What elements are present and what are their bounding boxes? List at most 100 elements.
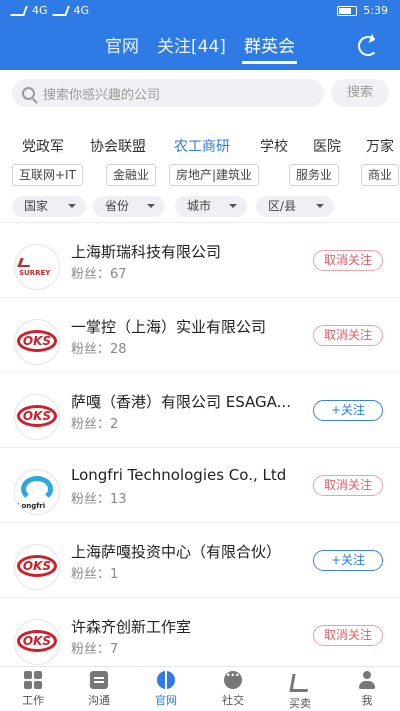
search-placeholder: 搜索你感兴趣的公司: [43, 87, 161, 103]
nav-label: 沟通: [88, 694, 110, 707]
industry-chips: 互联网+IT 金融业 房地产|建筑业 服务业 商业: [0, 164, 400, 188]
grid-icon: [24, 671, 42, 689]
category-party-gov-military[interactable]: 党政军: [22, 136, 64, 156]
company-name[interactable]: 上海萨嘎投资中心（有限合伙）: [71, 541, 281, 562]
list-item[interactable]: SURREY 上海斯瑞科技有限公司 粉丝：67 取消关注: [0, 223, 400, 298]
search-icon: [22, 86, 35, 100]
fans-count: 粉丝：67: [71, 267, 127, 282]
company-name[interactable]: 许森齐创新工作室: [71, 616, 191, 637]
company-logo: Longfri: [14, 469, 60, 515]
bottom-nav: 工作 沟通 官网 社交 买卖 我: [0, 666, 400, 711]
fans-count: 粉丝：2: [71, 417, 119, 432]
category-agri-industry-business[interactable]: 农工商研: [174, 136, 230, 156]
oks-logo-icon: OKS: [17, 330, 57, 352]
clock: 5:39: [363, 4, 388, 17]
region-filters: 国家 省份 城市 区/县: [0, 196, 400, 218]
chevron-down-icon: [68, 204, 76, 212]
follow-button[interactable]: +关注: [313, 550, 383, 571]
company-logo: OKS: [14, 319, 60, 365]
battery-icon: [337, 5, 358, 16]
basketball-icon: [157, 671, 175, 689]
follow-button[interactable]: +关注: [313, 400, 383, 421]
search-input[interactable]: 搜索你感兴趣的公司: [12, 79, 324, 107]
company-list: SURREY 上海斯瑞科技有限公司 粉丝：67 取消关注 OKS 一掌控（上海）…: [0, 222, 400, 666]
signal-icon: [10, 5, 28, 16]
nav-trade[interactable]: 买卖: [270, 671, 330, 711]
nav-label: 买卖: [289, 697, 311, 710]
unfollow-button[interactable]: 取消关注: [313, 325, 383, 346]
chip-real-estate[interactable]: 房地产|建筑业: [169, 164, 260, 186]
oks-logo-icon: OKS: [17, 555, 57, 577]
list-item[interactable]: Longfri Longfri Technologies Co., Ltd 粉丝…: [0, 448, 400, 523]
fans-count: 粉丝：1: [71, 567, 119, 582]
user-icon: [358, 671, 376, 689]
nav-official-site[interactable]: 官网: [136, 671, 196, 708]
nav-communication[interactable]: 沟通: [69, 671, 129, 708]
filter-country[interactable]: 国家: [12, 196, 86, 217]
chip-internet-it[interactable]: 互联网+IT: [12, 164, 83, 186]
tab-following[interactable]: 关注[44]: [155, 34, 228, 64]
tab-official-site[interactable]: 官网: [103, 34, 141, 64]
fans-count: 粉丝：7: [71, 642, 119, 657]
nav-label: 我: [361, 694, 373, 707]
network-label: 4G: [73, 4, 90, 17]
filter-province[interactable]: 省份: [93, 196, 165, 217]
search-bar: 搜索你感兴趣的公司 搜索: [0, 70, 400, 116]
longfri-logo-text: Longfri: [17, 502, 46, 510]
list-item[interactable]: OKS 许森齐创新工作室 粉丝：7 取消关注: [0, 598, 400, 666]
company-name[interactable]: 萨嘎（香港）有限公司 ESAGA...: [71, 391, 291, 412]
surrey-logo-icon: SURREY: [17, 258, 59, 277]
longfri-logo-icon: [21, 476, 53, 502]
chevron-down-icon: [229, 204, 237, 212]
company-name[interactable]: Longfri Technologies Co., Ltd: [71, 466, 286, 484]
chip-finance[interactable]: 金融业: [106, 164, 157, 186]
unfollow-button[interactable]: 取消关注: [313, 250, 383, 271]
category-hospitals[interactable]: 医院: [313, 136, 341, 156]
category-schools[interactable]: 学校: [260, 136, 288, 156]
fans-count: 粉丝：13: [71, 492, 127, 507]
nav-label: 社交: [222, 694, 244, 707]
category-tabs: 党政军 协会联盟 农工商研 学校 医院 万家: [0, 132, 400, 160]
top-tabs: 官网 关注[44] 群英会: [0, 34, 400, 64]
nav-social[interactable]: 社交: [203, 668, 263, 708]
network-label: 4G: [32, 4, 48, 17]
category-associations[interactable]: 协会联盟: [90, 136, 146, 156]
filter-label: 区/县: [268, 199, 297, 213]
header: 4G 4G 5:39 官网 关注[44] 群英会: [0, 0, 400, 70]
filter-label: 城市: [187, 199, 212, 213]
filter-label: 省份: [105, 199, 130, 213]
oks-logo-icon: OKS: [17, 405, 57, 427]
bubble-icon: [224, 668, 242, 689]
status-bar: 4G 4G 5:39: [0, 0, 400, 24]
filter-city[interactable]: 城市: [175, 196, 247, 217]
list-item[interactable]: OKS 萨嘎（香港）有限公司 ESAGA... 粉丝：2 +关注: [0, 373, 400, 448]
nav-label: 工作: [22, 694, 44, 707]
filter-label: 国家: [24, 199, 49, 213]
cart-icon: [289, 674, 311, 692]
refresh-icon[interactable]: [358, 36, 378, 56]
fans-count: 粉丝：28: [71, 342, 127, 357]
company-name[interactable]: 上海斯瑞科技有限公司: [71, 241, 221, 262]
nav-me[interactable]: 我: [337, 671, 397, 708]
company-logo: OKS: [14, 394, 60, 440]
company-logo: OKS: [14, 544, 60, 590]
unfollow-button[interactable]: 取消关注: [313, 625, 383, 646]
chip-commerce[interactable]: 商业: [361, 164, 400, 186]
tab-heroes[interactable]: 群英会: [241, 34, 297, 64]
signal-icon: [51, 5, 70, 16]
search-button[interactable]: 搜索: [331, 79, 389, 107]
list-item[interactable]: OKS 一掌控（上海）实业有限公司 粉丝：28 取消关注: [0, 298, 400, 373]
chat-icon: [90, 671, 108, 689]
oks-logo-icon: OKS: [17, 630, 57, 652]
category-more[interactable]: 万家: [366, 136, 394, 156]
chip-services[interactable]: 服务业: [289, 164, 340, 186]
company-logo: SURREY: [14, 244, 60, 290]
company-logo: OKS: [14, 619, 60, 665]
nav-work[interactable]: 工作: [3, 671, 63, 708]
list-item[interactable]: OKS 上海萨嘎投资中心（有限合伙） 粉丝：1 +关注: [0, 523, 400, 598]
unfollow-button[interactable]: 取消关注: [313, 475, 383, 496]
nav-label: 官网: [155, 694, 177, 707]
filter-district[interactable]: 区/县: [256, 196, 334, 217]
chevron-down-icon: [147, 204, 155, 212]
company-name[interactable]: 一掌控（上海）实业有限公司: [71, 316, 266, 337]
